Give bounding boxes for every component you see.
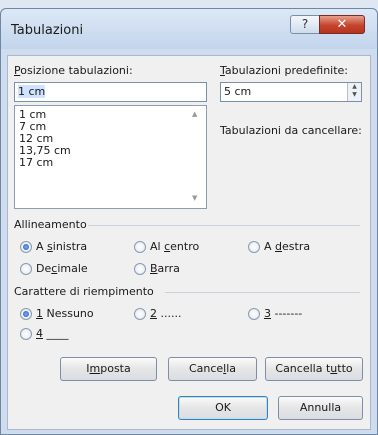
dialog-title: Tabulazioni [11, 23, 84, 38]
leader-dots-label[interactable]: 2 ...... [150, 307, 181, 320]
title-bar[interactable]: Tabulazioni ? ✕ [1, 9, 377, 49]
help-button[interactable]: ? [290, 15, 320, 34]
align-decimal-label[interactable]: Decimale [36, 262, 88, 275]
leader-group-label: Carattere di riempimento [14, 285, 154, 298]
list-item[interactable]: 17 cm [19, 156, 53, 169]
tab-position-input[interactable]: 1 cm [14, 82, 207, 102]
align-bar-label[interactable]: Barra [150, 262, 180, 275]
tab-position-list[interactable]: 1 cm 7 cm 12 cm 13,75 cm 17 cm ▲ ▼ [14, 105, 207, 209]
leader-dashes-radio[interactable] [248, 308, 260, 320]
clear-button[interactable]: Cancella [168, 357, 257, 381]
help-icon: ? [301, 17, 309, 31]
leader-dots-radio[interactable] [134, 308, 146, 320]
align-left-label[interactable]: A sinistra [36, 240, 87, 253]
align-left-radio[interactable] [20, 241, 32, 253]
align-center-label[interactable]: Al centro [150, 240, 199, 253]
set-button[interactable]: Imposta [60, 357, 157, 381]
group-divider [88, 225, 360, 226]
default-tabs-input[interactable]: 5 cm ▲ ▼ [220, 82, 362, 102]
cancel-button[interactable]: Annulla [278, 396, 363, 420]
spin-up-icon[interactable]: ▲ [348, 83, 361, 91]
spin-control[interactable]: ▲ ▼ [347, 83, 361, 101]
align-right-radio[interactable] [248, 241, 260, 253]
leader-none-label[interactable]: 1 Nessuno [36, 307, 94, 320]
clear-all-button[interactable]: Cancella tutto [265, 357, 363, 381]
scroll-down-icon[interactable]: ▼ [192, 194, 197, 202]
scroll-up-icon[interactable]: ▲ [192, 110, 197, 118]
default-tabs-value: 5 cm [224, 85, 252, 98]
tabs-dialog: Tabulazioni ? ✕ Posizione tabulazioni: 1… [0, 8, 378, 435]
spin-down-icon[interactable]: ▼ [348, 91, 361, 99]
leader-underline-label[interactable]: 4 ____ [36, 327, 69, 340]
leader-dashes-label[interactable]: 3 ------- [264, 307, 302, 320]
group-divider [165, 292, 360, 293]
dialog-body: Posizione tabulazioni: 1 cm 1 cm 7 cm 12… [7, 55, 371, 430]
leader-none-radio[interactable] [20, 308, 32, 320]
align-center-radio[interactable] [134, 241, 146, 253]
align-bar-radio[interactable] [134, 263, 146, 275]
align-right-label[interactable]: A destra [264, 240, 310, 253]
leader-underline-radio[interactable] [20, 328, 32, 340]
tab-position-label: Posizione tabulazioni: [14, 64, 133, 77]
ok-button[interactable]: OK [178, 396, 268, 420]
tabs-to-clear-label: Tabulazioni da cancellare: [220, 124, 362, 137]
default-tabs-label: Tabulazioni predefinite: [220, 64, 349, 77]
close-button[interactable]: ✕ [319, 15, 365, 34]
alignment-group-label: Allineamento [14, 218, 87, 231]
align-decimal-radio[interactable] [20, 263, 32, 275]
close-icon: ✕ [336, 17, 348, 32]
tab-position-value: 1 cm [18, 85, 46, 98]
